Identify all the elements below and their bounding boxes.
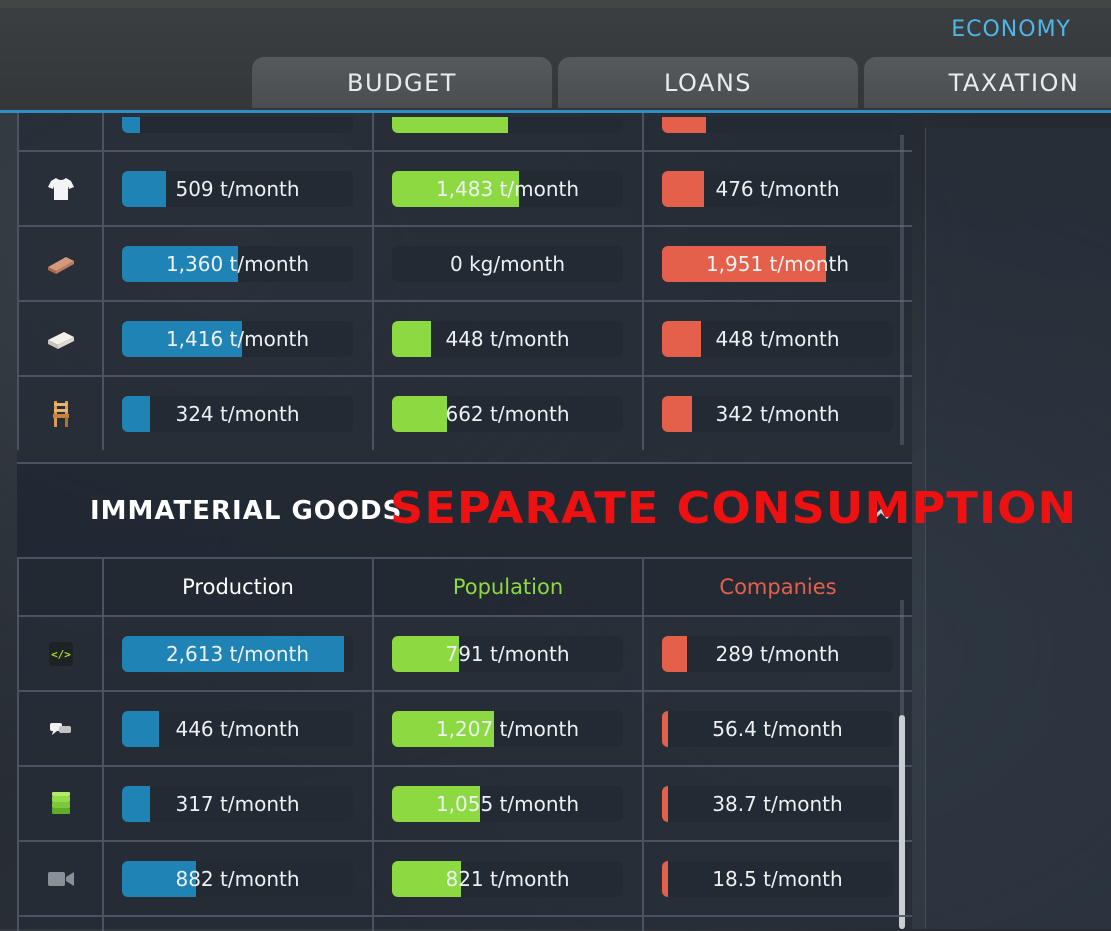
column-companies[interactable]: Companies	[643, 575, 913, 599]
population-bar: 0 kg/month	[392, 245, 623, 282]
timber-icon	[45, 248, 77, 280]
svg-text:</>: </>	[51, 648, 71, 661]
companies-value: 56.4 t/month	[712, 716, 843, 741]
column-headers: Production Population Companies	[17, 557, 912, 617]
companies-bar: 289 t/month	[662, 635, 893, 672]
companies-bar: 56.4 t/month	[662, 710, 893, 747]
population-value: 1,483 t/month	[435, 176, 580, 201]
paper-icon	[45, 323, 77, 355]
production-bar: 1,360 t/month	[122, 245, 353, 282]
production-value: 1,360 t/month	[165, 251, 310, 276]
companies-value: 1,951 t/month	[705, 251, 850, 276]
software-icon: </>	[45, 638, 77, 670]
economy-header: ECONOMY BUDGET LOANS TAXATION	[0, 0, 1111, 113]
tab-taxation[interactable]: TAXATION	[864, 57, 1111, 108]
telecom-icon	[45, 713, 77, 745]
economy-title[interactable]: ECONOMY	[951, 17, 1071, 42]
scrollbar-thumb[interactable]	[899, 715, 905, 929]
population-value: 0 kg/month	[449, 251, 565, 276]
tab-loans-label: LOANS	[663, 68, 753, 97]
companies-value: 38.7 t/month	[712, 791, 843, 816]
furniture-icon	[45, 398, 77, 430]
production-bar: 2,613 t/month	[122, 635, 353, 672]
population-bar: 1,483 t/month	[392, 170, 623, 207]
production-bar: 509 t/month	[122, 170, 353, 207]
table-row: 882 t/month 821 t/month 18.5 t/month	[17, 840, 912, 915]
clothes-icon	[45, 173, 77, 205]
tab-budget-label: BUDGET	[347, 68, 457, 97]
financial-icon	[45, 788, 77, 820]
population-bar: 1,207 t/month	[392, 710, 623, 747]
table-row: 1,360 t/month 0 kg/month 1,951 t/month	[17, 225, 912, 300]
production-value: 1,416 t/month	[165, 326, 310, 351]
population-bar: 448 t/month	[392, 320, 623, 357]
media-icon	[45, 863, 77, 895]
separate-consumption-annotation: SEPARATE CONSUMPTION	[390, 483, 1078, 534]
companies-bar: 1,951 t/month	[662, 245, 893, 282]
population-bar: 821 t/month	[392, 860, 623, 897]
companies-bar: 342 t/month	[662, 395, 893, 432]
partial-bar-production	[122, 117, 353, 133]
population-value: 1,055 t/month	[435, 791, 580, 816]
companies-value: 476 t/month	[715, 176, 840, 201]
production-value: 324 t/month	[175, 401, 300, 426]
population-bar: 662 t/month	[392, 395, 623, 432]
tab-loans[interactable]: LOANS	[558, 57, 858, 108]
production-value: 882 t/month	[175, 866, 300, 891]
companies-bar: 38.7 t/month	[662, 785, 893, 822]
table-row: 1,416 t/month 448 t/month 448 t/month	[17, 300, 912, 375]
companies-value: 18.5 t/month	[712, 866, 843, 891]
companies-bar: 476 t/month	[662, 170, 893, 207]
production-bar: 882 t/month	[122, 860, 353, 897]
population-bar: 1,055 t/month	[392, 785, 623, 822]
production-value: 446 t/month	[175, 716, 300, 741]
tab-taxation-label: TAXATION	[948, 68, 1080, 97]
table-row: 324 t/month 662 t/month 342 t/month	[17, 375, 912, 450]
population-value: 448 t/month	[445, 326, 570, 351]
companies-value: 342 t/month	[715, 401, 840, 426]
population-value: 821 t/month	[445, 866, 570, 891]
column-population[interactable]: Population	[373, 575, 643, 599]
scroll-track-top[interactable]	[900, 135, 904, 445]
production-bar: 317 t/month	[122, 785, 353, 822]
companies-bar: 448 t/month	[662, 320, 893, 357]
table-row: 446 t/month 1,207 t/month 56.4 t/month	[17, 690, 912, 765]
population-value: 791 t/month	[445, 641, 570, 666]
production-value: 317 t/month	[175, 791, 300, 816]
table-row: 317 t/month 1,055 t/month 38.7 t/month	[17, 765, 912, 840]
companies-value: 448 t/month	[715, 326, 840, 351]
table-row: 509 t/month 1,483 t/month 476 t/month	[17, 150, 912, 225]
companies-value: 289 t/month	[715, 641, 840, 666]
partial-bar-population	[392, 117, 623, 133]
population-value: 1,207 t/month	[435, 716, 580, 741]
production-value: 509 t/month	[175, 176, 300, 201]
tab-budget[interactable]: BUDGET	[252, 57, 552, 108]
companies-bar: 18.5 t/month	[662, 860, 893, 897]
population-bar: 791 t/month	[392, 635, 623, 672]
table-row: </> 2,613 t/month 791 t/month 289 t/month	[17, 615, 912, 690]
section-title: IMMATERIAL GOODS	[90, 496, 403, 526]
table-row-partial	[17, 113, 912, 150]
column-production[interactable]: Production	[103, 575, 373, 599]
production-bar: 1,416 t/month	[122, 320, 353, 357]
production-bar: 446 t/month	[122, 710, 353, 747]
partial-bar-companies	[662, 117, 893, 133]
production-value: 2,613 t/month	[165, 641, 310, 666]
population-value: 662 t/month	[445, 401, 570, 426]
production-bar: 324 t/month	[122, 395, 353, 432]
